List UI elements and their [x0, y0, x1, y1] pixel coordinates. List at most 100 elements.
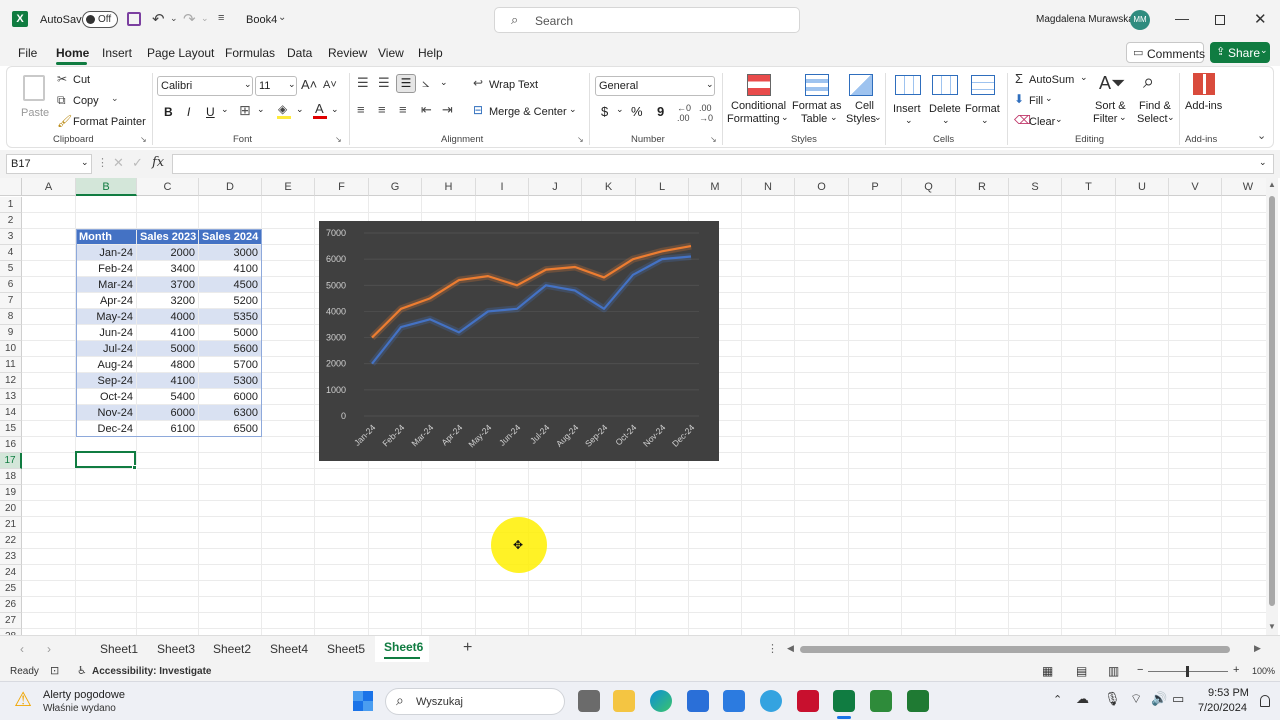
sheet-tab-sheet6[interactable]: Sheet6: [384, 640, 423, 654]
align-right-icon[interactable]: ≡: [399, 102, 407, 117]
table-cell[interactable]: 3200: [137, 293, 198, 308]
table-cell[interactable]: 5300: [199, 373, 261, 388]
next-sheet-icon[interactable]: ›: [47, 642, 51, 656]
zoom-slider-thumb[interactable]: [1186, 666, 1189, 677]
table-cell[interactable]: 3400: [137, 261, 198, 276]
clear-button[interactable]: Clear: [1029, 116, 1055, 128]
autosum-button[interactable]: AutoSum: [1029, 74, 1074, 86]
increase-decimal-icon[interactable]: ←0.00: [677, 103, 691, 123]
column-header[interactable]: H: [422, 178, 476, 196]
format-painter-button[interactable]: Format Painter: [73, 116, 146, 128]
vertical-scroll-thumb[interactable]: [1269, 196, 1275, 606]
macro-record-icon[interactable]: ⊡: [50, 664, 59, 677]
row-header[interactable]: 14: [0, 405, 22, 421]
sheet-tab-sheet5[interactable]: Sheet5: [327, 642, 365, 656]
format-cells-button[interactable]: Format ⌄: [965, 73, 1003, 129]
microphone-icon[interactable]: 🎙: [1104, 691, 1121, 707]
table-cell[interactable]: 5400: [137, 389, 198, 404]
row-header[interactable]: 9: [0, 325, 22, 341]
table-cell[interactable]: 6000: [137, 405, 198, 420]
sheet-tab-sheet3[interactable]: Sheet3: [157, 642, 195, 656]
row-header[interactable]: 18: [0, 469, 22, 485]
selected-cell[interactable]: [75, 451, 136, 468]
accessibility-status[interactable]: Accessibility: Investigate: [92, 666, 212, 677]
battery-icon[interactable]: ▭: [1172, 691, 1184, 707]
fill-button[interactable]: Fill: [1029, 95, 1043, 107]
weather-widget[interactable]: ⚠ Alerty pogodowe Właśnie wydano: [14, 686, 154, 718]
tab-page-layout[interactable]: Page Layout: [147, 46, 214, 60]
scroll-down-icon[interactable]: ▼: [1268, 622, 1276, 631]
restore-icon[interactable]: [1215, 15, 1225, 25]
copy-button[interactable]: Copy: [73, 95, 99, 107]
table-cell[interactable]: 6500: [199, 421, 261, 436]
sheet-tab-sheet4[interactable]: Sheet4: [270, 642, 308, 656]
enter-icon[interactable]: ✓: [132, 155, 143, 171]
table-cell[interactable]: Jul-24: [76, 341, 136, 356]
underline-dropdown-icon[interactable]: ⌄: [221, 104, 229, 115]
row-header[interactable]: 20: [0, 501, 22, 517]
document-name[interactable]: Book4: [246, 14, 277, 26]
table-cell[interactable]: Oct-24: [76, 389, 136, 404]
table-cell[interactable]: 5200: [199, 293, 261, 308]
row-header[interactable]: 16: [0, 437, 22, 453]
font-launcher-icon[interactable]: ↘: [335, 135, 342, 144]
align-left-icon[interactable]: ≡: [357, 102, 365, 117]
alignment-launcher-icon[interactable]: ↘: [577, 135, 584, 144]
column-header[interactable]: C: [137, 178, 199, 196]
sheet-tab-sheet2[interactable]: Sheet2: [213, 642, 251, 656]
row-header[interactable]: 11: [0, 357, 22, 373]
table-cell[interactable]: 5350: [199, 309, 261, 324]
font-size-select[interactable]: 11 ⌄: [255, 76, 297, 96]
share-button[interactable]: ⇪ Share ⌄: [1210, 42, 1270, 63]
increase-indent-icon[interactable]: ⇥: [442, 102, 453, 118]
tab-help[interactable]: Help: [418, 46, 443, 60]
autosave-toggle[interactable]: Off: [82, 11, 118, 28]
store-icon[interactable]: [687, 690, 709, 712]
tab-formulas[interactable]: Formulas: [225, 46, 275, 60]
onedrive-icon[interactable]: ☁: [1076, 691, 1089, 707]
excel-taskbar-icon[interactable]: [833, 690, 855, 712]
expand-formula-icon[interactable]: ⌄: [1259, 157, 1267, 168]
normal-view-icon[interactable]: ▦: [1042, 664, 1053, 678]
decrease-font-icon[interactable]: A˅: [323, 79, 337, 91]
table-cell[interactable]: 6300: [199, 405, 261, 420]
save-icon[interactable]: [127, 12, 141, 26]
start-icon[interactable]: [353, 691, 373, 711]
align-center-icon[interactable]: ≡: [378, 102, 386, 117]
column-header[interactable]: A: [22, 178, 76, 196]
row-header[interactable]: 8: [0, 309, 22, 325]
fill-color-dropdown-icon[interactable]: ⌄: [296, 104, 304, 115]
row-header[interactable]: 2: [0, 213, 22, 229]
table-header-cell[interactable]: Sales 2023: [137, 229, 198, 244]
format-as-table-button[interactable]: Format as Table ⌄: [791, 73, 843, 129]
tab-insert[interactable]: Insert: [102, 46, 132, 60]
underline-button[interactable]: U: [206, 105, 215, 119]
fill-dropdown-icon[interactable]: ⌄: [1045, 93, 1053, 104]
file-explorer-icon[interactable]: [613, 690, 635, 712]
wrap-text-button[interactable]: Wrap Text: [489, 79, 538, 91]
edge-icon[interactable]: [650, 690, 672, 712]
table-cell[interactable]: 4800: [137, 357, 198, 372]
antivirus-icon[interactable]: [797, 690, 819, 712]
column-header[interactable]: G: [369, 178, 422, 196]
row-header[interactable]: 26: [0, 597, 22, 613]
column-header[interactable]: N: [742, 178, 795, 196]
formula-input[interactable]: ⌄: [172, 154, 1274, 174]
table-cell[interactable]: 6100: [137, 421, 198, 436]
formula-more-icon[interactable]: ⋮: [97, 156, 108, 169]
column-header[interactable]: T: [1062, 178, 1116, 196]
table-cell[interactable]: 4100: [137, 325, 198, 340]
insert-cells-button[interactable]: Insert ⌄: [891, 73, 925, 129]
table-cell[interactable]: 4100: [199, 261, 261, 276]
row-header[interactable]: 25: [0, 581, 22, 597]
collapse-ribbon-icon[interactable]: ⌄: [1257, 129, 1266, 142]
font-name-select[interactable]: Calibri ⌄: [157, 76, 253, 96]
column-header[interactable]: R: [956, 178, 1009, 196]
column-header[interactable]: E: [262, 178, 315, 196]
table-cell[interactable]: 4100: [137, 373, 198, 388]
font-color-icon[interactable]: A: [313, 101, 327, 119]
find-select-button[interactable]: ⌕ Find & Select ⌄: [1135, 71, 1179, 129]
table-cell[interactable]: 6000: [199, 389, 261, 404]
increase-font-icon[interactable]: A˄: [301, 77, 317, 92]
fill-color-icon[interactable]: ◈: [277, 102, 291, 119]
